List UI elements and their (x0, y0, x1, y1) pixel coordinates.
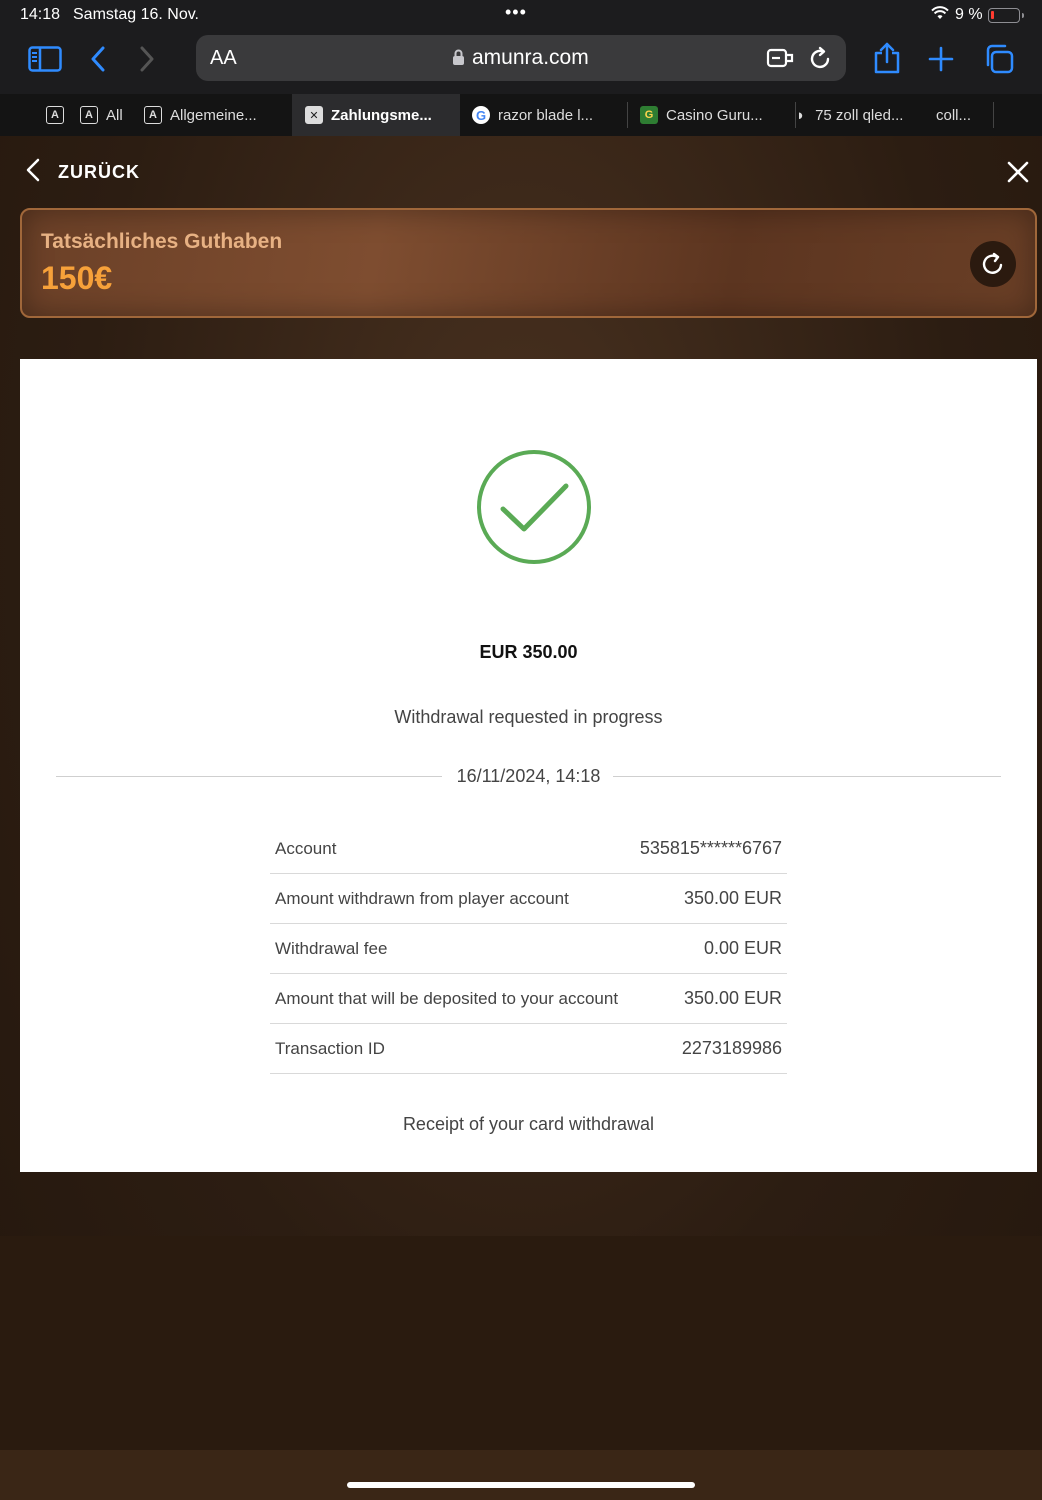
row-value: 350.00 EUR (683, 888, 782, 908)
back-nav-icon[interactable] (90, 46, 106, 72)
withdrawal-amount: EUR 350.00 (479, 642, 578, 662)
tab-coll[interactable]: coll... (936, 94, 994, 136)
balance-value: 150€ (41, 260, 113, 296)
table-row: Account 535815******6767 (270, 824, 787, 874)
battery-icon (988, 8, 1024, 23)
forward-nav-icon[interactable] (139, 46, 155, 72)
row-label: Account (275, 838, 337, 858)
tab-strip: A A All A Allgemeine... ✕ Zahlungsme... … (0, 94, 1042, 136)
bottom-bar (0, 1450, 1042, 1500)
refresh-balance-button[interactable] (970, 241, 1016, 287)
row-label: Amount withdrawn from player account (275, 888, 569, 908)
tab-zahlungsmethoden[interactable]: ✕ Zahlungsme... (292, 94, 460, 136)
balance-card: Tatsächliches Guthaben 150€ (20, 208, 1037, 318)
balance-label: Tatsächliches Guthaben (41, 230, 283, 253)
tab-razor-blade[interactable]: G razor blade l... (460, 94, 628, 136)
home-indicator[interactable] (347, 1482, 695, 1488)
tab-label: Zahlungsme... (331, 106, 432, 124)
tab-label: razor blade l... (498, 106, 594, 124)
table-row: Amount that will be deposited to your ac… (270, 974, 787, 1024)
tab-label: Allgemeine... (170, 106, 257, 124)
tab-label: coll... (936, 106, 972, 124)
google-icon: G (472, 106, 490, 124)
status-bar: 14:18 Samstag 16. Nov. ••• 9 % (0, 0, 1042, 30)
wifi-icon (931, 6, 949, 25)
table-row: Withdrawal fee 0.00 EUR (270, 924, 787, 974)
extension-icon[interactable] (766, 47, 794, 74)
tab-label: All (106, 106, 123, 124)
table-row: Transaction ID 2273189986 (270, 1024, 787, 1074)
lock-icon (452, 49, 465, 71)
tab-all[interactable]: A All (80, 94, 134, 136)
refresh-icon (982, 252, 1003, 274)
tab-casino-guru[interactable]: G Casino Guru... (628, 94, 796, 136)
new-tab-icon[interactable] (928, 46, 954, 72)
row-value: 2273189986 (681, 1038, 782, 1058)
tab-partial[interactable]: A (46, 94, 64, 136)
tabs-overview-icon[interactable] (984, 44, 1014, 74)
success-check-icon (476, 449, 592, 570)
url-domain: amunra.com (472, 46, 589, 69)
tab-75-zoll[interactable]: ◗ 75 zoll qled... (796, 94, 936, 136)
row-value: 0.00 EUR (703, 938, 782, 958)
datetime-divider: 16/11/2024, 14:18 (56, 766, 1001, 788)
row-label: Withdrawal fee (275, 938, 388, 958)
withdrawal-receipt: EUR 350.00 Withdrawal requested in progr… (20, 359, 1037, 1172)
sidebar-icon[interactable] (28, 46, 62, 72)
row-label: Amount that will be deposited to your ac… (275, 988, 619, 1008)
tab-favicon-icon: A (46, 106, 64, 124)
tab-favicon-icon: A (80, 106, 98, 124)
row-value: 350.00 EUR (683, 988, 782, 1008)
tab-allgemeine[interactable]: A Allgemeine... (134, 94, 292, 136)
tab-label: 75 zoll qled... (815, 106, 904, 124)
withdrawal-datetime: 16/11/2024, 14:18 (456, 766, 601, 786)
multitask-dots-icon[interactable]: ••• (505, 2, 527, 23)
tab-label: Casino Guru... (666, 106, 763, 124)
table-row: Amount withdrawn from player account 350… (270, 874, 787, 924)
close-icon[interactable] (1006, 160, 1030, 189)
withdrawal-status: Withdrawal requested in progress (394, 707, 663, 727)
share-icon[interactable] (873, 42, 901, 74)
tab-favicon-icon: ◗ (796, 106, 806, 124)
back-label: ZURÜCK (58, 162, 140, 182)
reader-aa-button[interactable]: AA (210, 47, 237, 70)
battery-percent: 9 % (955, 6, 983, 23)
back-button[interactable]: ZURÜCK (26, 158, 140, 187)
receipt-details-table: Account 535815******6767 Amount withdraw… (270, 824, 787, 1074)
row-label: Transaction ID (275, 1038, 385, 1058)
casino-guru-icon: G (640, 106, 658, 124)
status-time: 14:18 (20, 6, 61, 23)
status-date: Samstag 16. Nov. (73, 6, 199, 23)
reload-icon[interactable] (810, 46, 832, 75)
address-bar[interactable]: AA amunra.com (196, 35, 846, 81)
row-value: 535815******6767 (639, 838, 782, 858)
tab-favicon-icon: A (144, 106, 162, 124)
chevron-left-icon (26, 158, 40, 187)
receipt-footer: Receipt of your card withdrawal (402, 1114, 655, 1134)
browser-toolbar: AA amunra.com (0, 30, 1042, 94)
tab-favicon-icon: ✕ (305, 106, 323, 124)
